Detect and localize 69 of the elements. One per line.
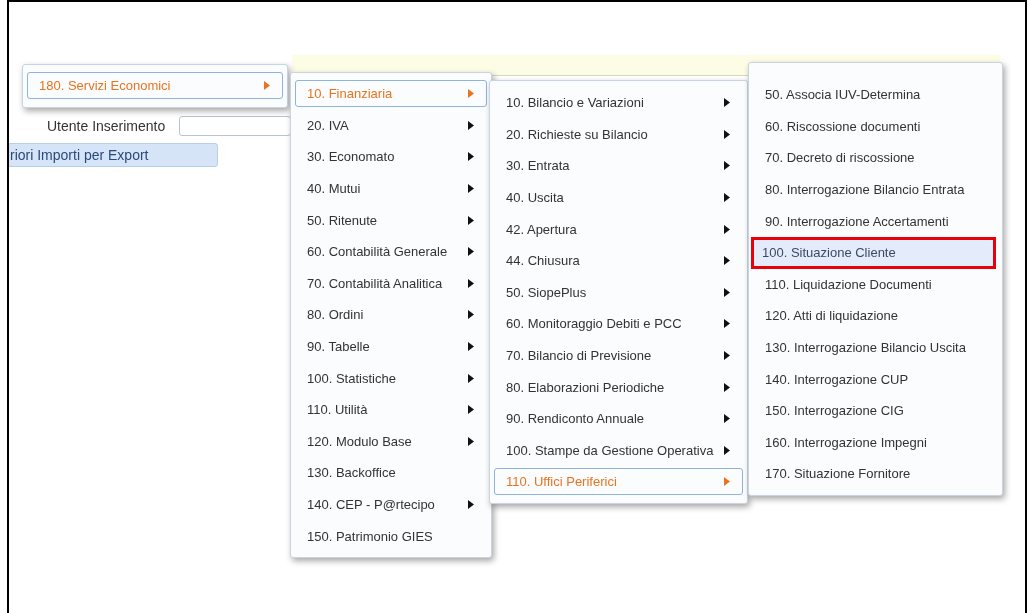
menu-item[interactable]: 30. Entrata — [494, 150, 743, 182]
menu-item[interactable]: 42. Apertura — [494, 213, 743, 245]
menu-item[interactable]: 80. Ordini — [295, 299, 487, 331]
menu-item[interactable]: 20. Richieste su Bilancio — [494, 118, 743, 151]
field-label: Utente Inserimento — [47, 118, 166, 134]
menu-item[interactable]: 60. Contabilità Generale — [295, 235, 487, 268]
menu-item[interactable]: 44. Chiusura — [494, 244, 743, 277]
input-field[interactable] — [179, 116, 292, 136]
menu-item[interactable]: 100. Statistiche — [295, 362, 487, 394]
menu-item[interactable]: 100. Situazione Cliente — [751, 236, 996, 269]
submenu-arrow-icon — [468, 500, 474, 509]
menu-item[interactable]: 130. Backoffice — [295, 457, 487, 489]
menu-item[interactable]: 60. Monitoraggio Debiti e PCC — [494, 308, 743, 340]
submenu-arrow-icon — [468, 278, 474, 288]
submenu-arrow-icon — [468, 184, 474, 194]
menu-item[interactable]: 90. Interrogazione Accertamenti — [753, 205, 998, 237]
submenu-arrow-icon — [468, 310, 474, 320]
submenu-arrow-icon — [724, 445, 730, 455]
submenu-arrow-icon — [724, 382, 730, 392]
menu-item[interactable]: 70. Decreto di riscossione — [753, 142, 998, 174]
menu-item[interactable]: 20. IVA — [295, 109, 487, 142]
menu-item[interactable]: 110. Utilità — [295, 393, 487, 426]
submenu-arrow-icon — [724, 224, 730, 234]
submenu-arrow-icon — [468, 120, 474, 130]
submenu-arrow-icon — [468, 405, 474, 415]
submenu-arrow-icon — [468, 89, 474, 99]
menu-item[interactable]: 140. CEP - P@rtecipo — [295, 488, 487, 521]
submenu-arrow-icon — [468, 247, 474, 257]
menu-item[interactable]: 140. Interrogazione CUP — [753, 363, 998, 395]
submenu-arrow-icon — [724, 477, 730, 487]
menu-item[interactable]: 130. Interrogazione Bilancio Uscita — [753, 331, 998, 364]
menu-item[interactable]: 40. Uscita — [494, 181, 743, 214]
menu-item[interactable]: 10. Bilancio e Variazioni — [494, 87, 743, 119]
menu-item[interactable]: 40. Mutui — [295, 172, 487, 205]
menu-item[interactable]: 170. Situazione Fornitore — [753, 458, 998, 490]
menu-item[interactable]: 50. Associa IUV-Determina — [753, 79, 998, 111]
menu-item[interactable]: 90. Tabelle — [295, 330, 487, 363]
menu-item[interactable]: 120. Atti di liquidazione — [753, 300, 998, 332]
menu-item[interactable]: 80. Interrogazione Bilancio Entrata — [753, 173, 998, 206]
submenu-arrow-icon — [724, 351, 730, 361]
submenu-arrow-icon — [724, 129, 730, 139]
submenu-arrow-icon — [468, 436, 474, 446]
menu-item[interactable]: 160. Interrogazione Impegni — [753, 426, 998, 459]
submenu-arrow-icon — [468, 342, 474, 352]
submenu-arrow-icon — [724, 193, 730, 203]
submenu-arrow-icon — [724, 98, 730, 108]
menu-item[interactable]: 100. Stampe da Gestione Operativa — [494, 434, 743, 467]
submenu-arrow-icon — [468, 373, 474, 383]
menu-item[interactable]: 90. Rendiconto Annuale — [494, 402, 743, 435]
menu-item[interactable]: 70. Bilancio di Previsione — [494, 339, 743, 372]
export-button[interactable]: riori Importi per Export — [7, 143, 218, 167]
submenu-arrow-icon — [724, 287, 730, 297]
submenu-arrow-icon — [264, 81, 270, 91]
submenu-arrow-icon — [724, 319, 730, 329]
menu-item[interactable]: 70. Contabilità Analitica — [295, 267, 487, 300]
menu-item[interactable]: 150. Patrimonio GIES — [295, 520, 487, 552]
menu-item[interactable]: 50. Ritenute — [295, 204, 487, 236]
menu-item[interactable]: 60. Riscossione documenti — [753, 110, 998, 143]
submenu-arrow-icon — [468, 215, 474, 225]
menu-item[interactable]: 120. Modulo Base — [295, 425, 487, 458]
menu-item[interactable]: 50. SiopePlus — [494, 276, 743, 309]
menu-item[interactable]: 110. Liquidazione Documenti — [753, 268, 998, 301]
menu-item[interactable]: 80. Elaborazioni Periodiche — [494, 371, 743, 403]
submenu-arrow-icon — [724, 161, 730, 171]
menu-item[interactable]: 30. Economato — [295, 141, 487, 173]
submenu-arrow-icon — [468, 152, 474, 162]
menu-item[interactable]: 150. Interrogazione CIG — [753, 394, 998, 427]
submenu-arrow-icon — [724, 414, 730, 424]
submenu-arrow-icon — [724, 256, 730, 266]
